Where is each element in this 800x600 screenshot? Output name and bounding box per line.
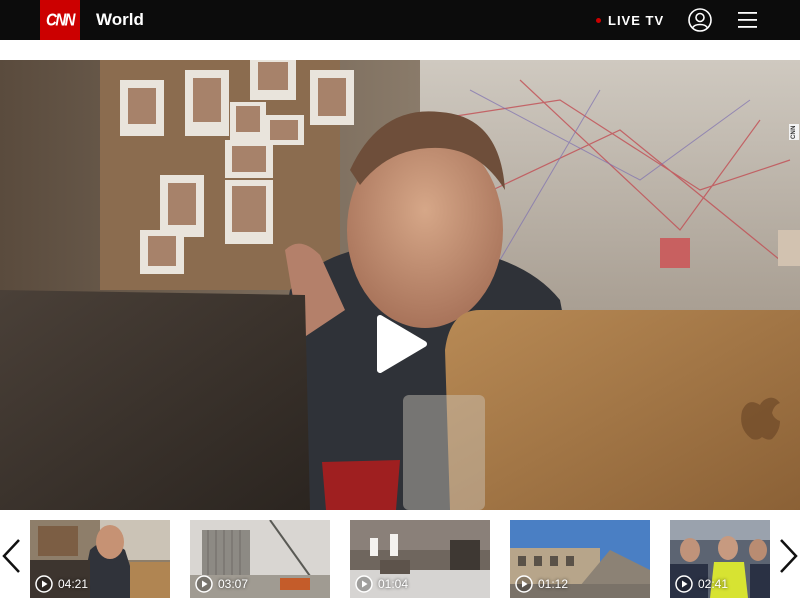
- video-thumbnail[interactable]: 04:21: [30, 520, 170, 598]
- live-tv-link[interactable]: LIVE TV: [596, 13, 664, 28]
- chevron-right-icon: [780, 539, 798, 573]
- video-carousel: 04:21 03:07 01:04 01:12 02:41: [0, 510, 800, 600]
- video-duration: 01:12: [538, 577, 569, 591]
- user-account-button[interactable]: [688, 8, 712, 32]
- play-circle-icon: [35, 575, 53, 593]
- video-thumbnail[interactable]: 02:41: [670, 520, 770, 598]
- thumbnail-meta: 01:12: [515, 575, 568, 593]
- video-duration: 04:21: [58, 577, 89, 591]
- video-thumbnail[interactable]: 01:04: [350, 520, 490, 598]
- play-icon[interactable]: [372, 314, 428, 374]
- thumbnail-meta: 03:07: [195, 575, 248, 593]
- chevron-left-icon: [2, 539, 20, 573]
- play-circle-icon: [355, 575, 373, 593]
- live-indicator-dot: [596, 18, 601, 23]
- cnn-logo[interactable]: CNN: [40, 0, 80, 40]
- thumbnail-meta: 01:04: [355, 575, 408, 593]
- carousel-previous-button[interactable]: [0, 538, 24, 574]
- play-circle-icon: [515, 575, 533, 593]
- user-icon: [688, 8, 712, 32]
- carousel-next-button[interactable]: [776, 538, 800, 574]
- thumbnail-meta: 02:41: [675, 575, 728, 593]
- play-circle-icon: [675, 575, 693, 593]
- video-duration: 01:04: [378, 577, 409, 591]
- video-thumbnail[interactable]: 01:12: [510, 520, 650, 598]
- section-title[interactable]: World: [96, 10, 144, 30]
- video-thumbnail[interactable]: 03:07: [190, 520, 330, 598]
- play-circle-icon: [195, 575, 213, 593]
- video-duration: 03:07: [218, 577, 249, 591]
- video-frame-image: [0, 60, 800, 510]
- logo-text: CNN: [46, 10, 76, 30]
- top-navigation-bar: CNN World LIVE TV: [0, 0, 800, 40]
- channel-watermark: CNN: [789, 124, 799, 140]
- menu-button[interactable]: [737, 10, 759, 30]
- live-tv-label: LIVE TV: [608, 13, 665, 28]
- video-duration: 02:41: [698, 577, 729, 591]
- hamburger-menu-icon: [738, 12, 757, 28]
- thumbnail-meta: 04:21: [35, 575, 88, 593]
- video-player[interactable]: CNN: [0, 60, 800, 510]
